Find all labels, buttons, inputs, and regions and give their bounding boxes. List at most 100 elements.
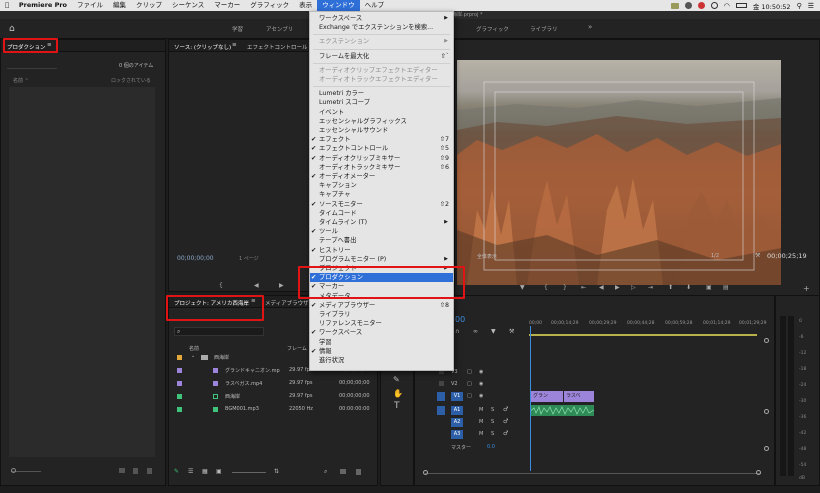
eye-icon[interactable]: ◉	[479, 369, 483, 375]
track-header-a3[interactable]: A3 M S ♂	[437, 430, 527, 440]
window-menu-item[interactable]: ✔ オーディオメーター	[310, 172, 453, 181]
menu-view[interactable]: 表示	[294, 0, 317, 11]
window-menu-item[interactable]: エッセンシャルサウンド	[310, 126, 453, 135]
tab-media-browser[interactable]: メディアブラウザー	[265, 299, 314, 307]
solo-button[interactable]: S	[491, 419, 494, 425]
program-scale-select[interactable]: 1/2	[711, 253, 719, 259]
window-menu-item[interactable]: プログラムモニター (P) ▶	[310, 255, 453, 264]
extract-icon[interactable]: ⬇	[686, 284, 691, 291]
hand-tool-icon[interactable]: ✋	[393, 389, 403, 398]
freeform-view-icon[interactable]: ▣	[216, 468, 222, 475]
battery-icon[interactable]	[735, 3, 747, 8]
scroll-handle-icon[interactable]	[423, 470, 428, 475]
window-menu-item[interactable]: ✔ ソースモニター ⇧2	[310, 200, 453, 209]
menu-clip[interactable]: クリップ	[131, 0, 167, 11]
go-to-in-icon[interactable]: ⇤	[581, 284, 586, 291]
lock-icon[interactable]	[439, 381, 444, 386]
workspace-tab-libraries[interactable]: ライブラリ	[530, 25, 558, 33]
sync-lock-icon[interactable]: □	[467, 393, 472, 399]
program-viewer[interactable]	[457, 60, 781, 285]
workspace-tab-assembly[interactable]: アセンブリ	[266, 25, 293, 33]
step-back-icon[interactable]: ◀	[599, 284, 604, 291]
window-menu-item[interactable]: ✔ メディアブラウザー ⇧8	[310, 301, 453, 310]
play-icon[interactable]: ▶	[279, 282, 284, 289]
timeline-settings-icon[interactable]: ⚒	[509, 328, 514, 335]
window-menu-item[interactable]: オーディオトラックミキサー ⇧6	[310, 163, 453, 172]
pen-tool-icon[interactable]: ✎	[393, 375, 400, 384]
window-menu-item[interactable]: ✔ ツール	[310, 227, 453, 236]
program-marker-icon[interactable]: ▼	[520, 284, 525, 291]
track-header-a2[interactable]: A2 M S ♂	[437, 418, 527, 428]
track-label[interactable]: V2	[451, 381, 458, 387]
export-frame-icon[interactable]: ▣	[706, 284, 712, 291]
window-menu-item[interactable]: キャプチャ	[310, 190, 453, 199]
program-fit-select[interactable]: 全体表示	[477, 253, 497, 260]
workspace-tab-learning[interactable]: 学習	[232, 25, 243, 33]
track-label[interactable]: V1	[451, 392, 463, 401]
window-menu-item[interactable]: ✔ 情報	[310, 347, 453, 356]
track-label[interactable]: A1	[451, 406, 463, 415]
eye-icon[interactable]: ◉	[479, 381, 483, 387]
production-search-field[interactable]	[7, 60, 57, 69]
wifi-icon[interactable]: ◠	[724, 2, 730, 10]
clock[interactable]: 金 10:50:52	[753, 1, 791, 11]
track-header-master[interactable]: マスター 0.0	[437, 444, 527, 454]
work-area-bar[interactable]	[529, 334, 757, 336]
program-duration[interactable]: 00;00;25;19	[767, 252, 807, 260]
scroll-handle-icon[interactable]	[764, 409, 769, 414]
adobe-icon[interactable]	[697, 2, 705, 9]
window-menu-item[interactable]: リファレンスモニター	[310, 319, 453, 328]
workspace-more-button[interactable]: »	[588, 23, 592, 31]
window-menu-item[interactable]: ライブラリ	[310, 310, 453, 319]
add-marker-icon[interactable]: ▼	[491, 328, 496, 335]
window-menu-item[interactable]: ✔ ヒストリー	[310, 246, 453, 255]
mark-in-icon[interactable]: {	[219, 282, 223, 289]
sync-icon[interactable]	[710, 2, 718, 9]
window-menu-item[interactable]: 進行状況	[310, 356, 453, 365]
window-menu-item[interactable]: フレームを最大化 ⇧`	[310, 52, 453, 61]
search-icon[interactable]: ⌕	[324, 468, 327, 476]
icon-view-icon[interactable]: ▦	[202, 468, 208, 475]
mute-button[interactable]: M	[479, 431, 483, 437]
bin-file-row[interactable]: BGM001.mp3 22050 Hz 00:00:00:00	[171, 405, 376, 414]
trash-icon[interactable]	[356, 469, 361, 475]
menu-edit[interactable]: 編集	[108, 0, 131, 11]
tab-source[interactable]: ソース: (クリップなし)	[174, 43, 231, 51]
window-menu-item[interactable]: テープへ書出	[310, 236, 453, 245]
zoom-slider[interactable]	[232, 472, 266, 473]
mic-icon[interactable]: ♂	[503, 406, 508, 413]
cloud-icon[interactable]	[670, 2, 679, 9]
source-viewer[interactable]	[171, 54, 307, 249]
play-icon[interactable]: ▶	[615, 284, 620, 291]
scroll-handle-icon[interactable]	[764, 446, 769, 451]
mute-button[interactable]: M	[479, 419, 483, 425]
menu-graphics[interactable]: グラフィック	[245, 0, 294, 11]
window-menu-item[interactable]: Lumetri スコープ	[310, 98, 453, 107]
time-ruler[interactable]: 00;00 00;00;14;29 00;00;29;29 00;00;44;2…	[529, 321, 769, 333]
window-menu-item[interactable]: ✔ オーディオクリップミキサー ⇧9	[310, 154, 453, 163]
source-page[interactable]: 1 ページ	[239, 255, 259, 262]
source-timecode[interactable]: 00;00;00;00	[177, 255, 214, 262]
project-search-field[interactable]: ⌕	[174, 327, 264, 336]
settings-wrench-icon[interactable]: ⚒	[755, 252, 760, 259]
new-item-icon[interactable]	[133, 468, 138, 474]
column-locked[interactable]: ロックされている	[111, 77, 151, 84]
video-clip[interactable]: ラスベ	[564, 391, 594, 402]
track-label[interactable]: A2	[451, 418, 463, 427]
pencil-icon[interactable]: ✎	[174, 468, 179, 475]
trash-icon[interactable]	[147, 468, 152, 474]
scroll-handle-icon[interactable]	[764, 338, 769, 343]
track-header-a1[interactable]: A1 M S ♂	[437, 406, 527, 416]
window-menu-item[interactable]: Exchange でエクステンションを検索...	[310, 23, 453, 32]
track-label[interactable]: A3	[451, 430, 463, 439]
list-view-icon[interactable]: ☰	[188, 468, 193, 475]
solo-button[interactable]: S	[491, 407, 494, 413]
video-clip[interactable]: グラン	[531, 391, 563, 402]
program-mark-out-icon[interactable]: }	[563, 284, 567, 291]
sync-lock-icon[interactable]: □	[467, 369, 472, 375]
type-tool-icon[interactable]: T	[394, 401, 400, 411]
master-value[interactable]: 0.0	[487, 444, 495, 450]
window-menu-item[interactable]: ✔ エフェクトコントロール ⇧5	[310, 144, 453, 153]
apple-icon[interactable]: 	[0, 0, 14, 11]
linked-select-icon[interactable]: ∞	[473, 328, 478, 335]
